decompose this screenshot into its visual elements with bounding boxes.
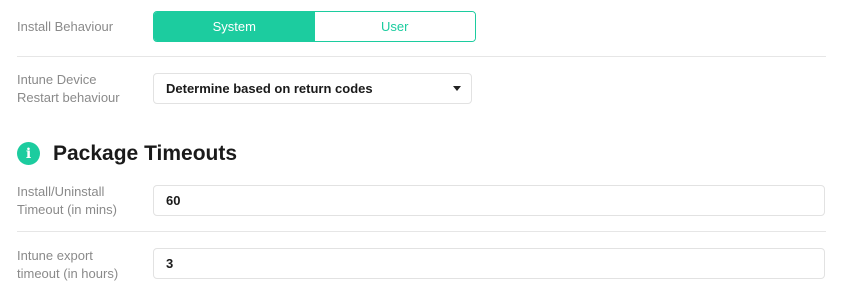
- export-timeout-label-line2: timeout (in hours): [17, 266, 119, 281]
- install-timeout-label: Install/Uninstall Timeout (in mins): [17, 183, 117, 219]
- restart-behaviour-label-line2: Restart behaviour: [17, 90, 120, 105]
- install-behaviour-system-option[interactable]: System: [154, 12, 315, 41]
- info-icon: i: [17, 142, 40, 165]
- restart-behaviour-selected-value: Determine based on return codes: [166, 81, 373, 96]
- install-behaviour-label: Install Behaviour: [17, 19, 114, 34]
- install-behaviour-user-option[interactable]: User: [314, 12, 475, 41]
- restart-behaviour-label: Intune Device Restart behaviour: [17, 71, 120, 107]
- install-timeout-label-line1: Install/Uninstall: [17, 184, 105, 199]
- section-title: Package Timeouts: [53, 142, 238, 165]
- export-timeout-label-line1: Intune export: [17, 248, 93, 263]
- divider: [17, 56, 826, 57]
- export-timeout-input[interactable]: [153, 248, 825, 279]
- install-timeout-label-line2: Timeout (in mins): [17, 202, 117, 217]
- chevron-down-icon: [453, 86, 461, 91]
- restart-behaviour-label-line1: Intune Device: [17, 72, 97, 87]
- restart-behaviour-select[interactable]: Determine based on return codes: [153, 73, 472, 104]
- install-timeout-input[interactable]: [153, 185, 825, 216]
- export-timeout-label: Intune export timeout (in hours): [17, 247, 118, 283]
- install-behaviour-toggle[interactable]: System User: [153, 11, 476, 42]
- divider: [17, 231, 826, 232]
